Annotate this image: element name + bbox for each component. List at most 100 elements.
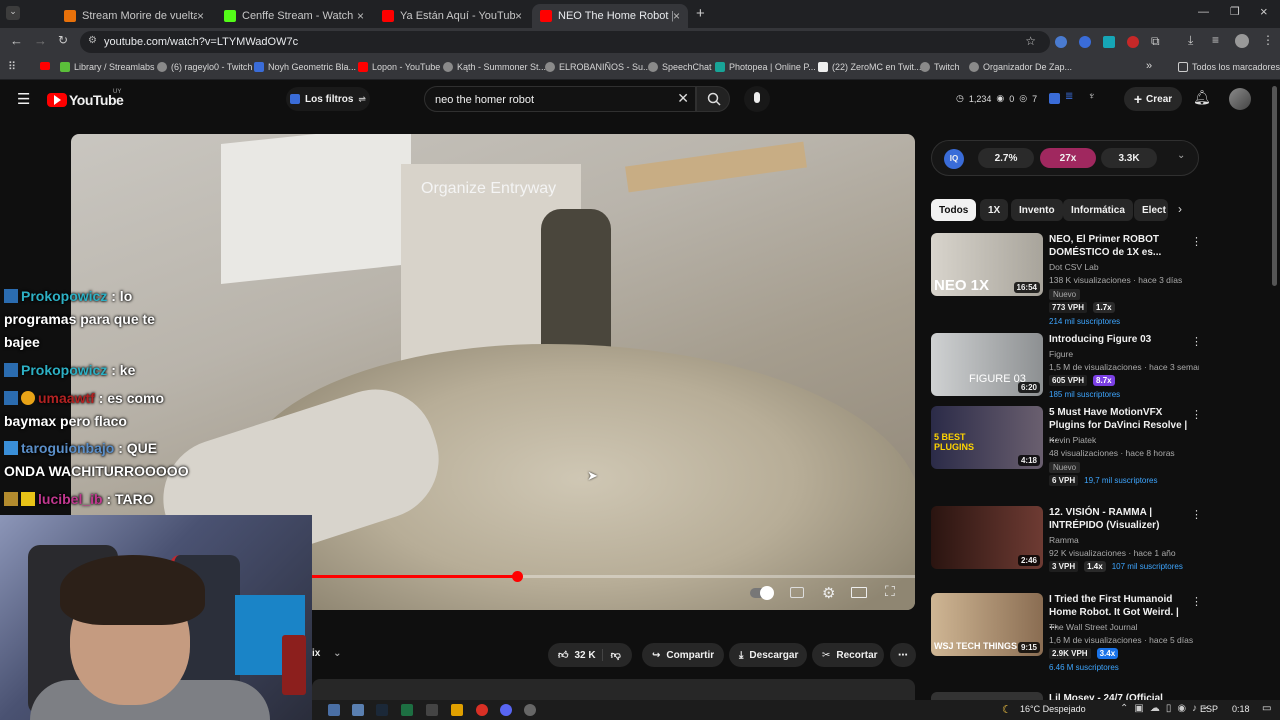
recommendation-item[interactable]: 5 BEST PLUGINS 4:18 5 Must Have MotionVF… [931, 406, 1202, 496]
all-bookmarks-folder[interactable]: Todos los marcadores [1178, 62, 1280, 72]
more-options-icon[interactable]: ⋮ [1191, 235, 1202, 248]
fullscreen-icon[interactable]: ⛶ [885, 583, 895, 600]
taskbar-excel-icon[interactable] [401, 704, 413, 716]
search-input[interactable]: neo the homer robot ✕ [424, 86, 696, 112]
tab-close-icon[interactable]: × [673, 9, 680, 23]
language-indicator[interactable]: ESP [1200, 704, 1218, 714]
browser-tab[interactable]: Stream Morire de vuelta - Cenfe × [56, 4, 212, 28]
taskbar-app-icon[interactable] [524, 704, 536, 716]
more-options-icon[interactable]: ⋮ [1191, 595, 1202, 608]
minimize-icon[interactable]: — [1198, 6, 1209, 18]
extension-icon[interactable] [1127, 36, 1139, 48]
bookmark-item[interactable]: Noyh Geometric Bla... [254, 62, 356, 72]
bookmark-item[interactable]: Kąth - Summoner St... [443, 62, 546, 72]
search-button[interactable] [696, 86, 730, 112]
site-info-icon[interactable]: ⚙ [88, 35, 97, 46]
clock-time[interactable]: 0:18 [1232, 704, 1250, 714]
bookmark-youtube-icon[interactable] [40, 62, 50, 70]
extension-icon[interactable] [1079, 36, 1091, 48]
settings-gear-icon[interactable]: ⚙ [822, 584, 835, 602]
chip-elect[interactable]: Elect [1134, 199, 1168, 221]
tab-close-icon[interactable]: × [515, 9, 522, 23]
taskbar-chrome-icon[interactable] [476, 704, 488, 716]
channel-name[interactable]: Figure [1049, 349, 1073, 359]
channel-name[interactable]: Kevin Piatek [1049, 435, 1096, 445]
taskbar-app-icon[interactable] [328, 704, 340, 716]
video-thumbnail[interactable] [931, 692, 1043, 700]
weather-text[interactable]: 16°C Despejado [1020, 704, 1086, 714]
video-thumbnail[interactable]: WSJ TECH THINGS 9:15 [931, 593, 1043, 656]
taskbar-app-icon[interactable] [352, 704, 364, 716]
video-title[interactable]: Lil Mosey - 24/7 (Official Music... [1049, 692, 1189, 700]
extension-icon[interactable] [1103, 36, 1115, 48]
notifications-icon[interactable]: ▭ [1262, 703, 1271, 714]
filters-button[interactable]: Los filtros ⇌ [286, 87, 370, 111]
tab-close-icon[interactable]: × [357, 9, 364, 23]
description-box[interactable] [312, 679, 915, 700]
bookmark-item[interactable]: (6) rageylo0 - Twitch [157, 62, 252, 72]
subtitles-icon[interactable] [790, 587, 804, 598]
new-tab-button[interactable]: + [696, 5, 705, 22]
chip-1x[interactable]: 1X [980, 199, 1009, 221]
browser-tab[interactable]: Ya Están Aquí - YouTube × [374, 4, 530, 28]
channel-name[interactable]: The Wall Street Journal [1049, 622, 1138, 632]
taskbar-steam-icon[interactable] [376, 704, 388, 716]
recommendation-item[interactable]: NEO 1X 16:54 NEO, El Primer ROBOT DOMÉST… [931, 233, 1202, 326]
list-icon[interactable]: ≣ [1065, 91, 1073, 102]
bookmark-star-icon[interactable]: ☆ [1025, 34, 1036, 48]
bookmark-item[interactable]: Photopea | Online P... [715, 62, 816, 72]
bookmark-item[interactable]: Lopon - YouTube [358, 62, 440, 72]
chip-todos[interactable]: Todos [931, 199, 977, 221]
video-thumbnail[interactable]: NEO 1X 16:54 [931, 233, 1043, 296]
clip-button[interactable]: ✂ Recortar [812, 643, 884, 667]
channel-name[interactable]: Dot CSV Lab [1049, 262, 1099, 272]
bookmark-item[interactable]: ELROBANIÑOS - Su... [545, 62, 651, 72]
youtube-logo[interactable]: YouTube UY [47, 89, 127, 110]
chip-informatica[interactable]: Informática [1063, 199, 1133, 221]
bookmark-item[interactable]: Organizador De Zap... [969, 62, 1072, 72]
forward-icon[interactable]: → [34, 33, 47, 48]
recommendation-item[interactable]: WSJ TECH THINGS 9:15 I Tried the First H… [931, 593, 1202, 685]
apps-icon[interactable]: ⠿ [8, 60, 16, 73]
more-actions-button[interactable]: ⋯ [890, 643, 916, 667]
dislike-button[interactable]: 👎︎ [601, 649, 621, 661]
bookmark-item[interactable]: Twitch [920, 62, 960, 72]
taskbar-app-icon[interactable] [451, 704, 463, 716]
bulb-icon[interactable]: ♆ [1088, 91, 1096, 102]
video-title[interactable]: NEO, El Primer ROBOT DOMÉSTICO de 1X es.… [1049, 233, 1189, 259]
page-scrollbar[interactable] [1272, 86, 1277, 286]
bookmark-item[interactable]: (22) ZeroMC en Twit... [818, 62, 921, 72]
account-avatar[interactable] [1229, 88, 1251, 110]
theater-mode-icon[interactable] [851, 587, 867, 598]
maximize-icon[interactable]: ❐ [1230, 5, 1240, 18]
create-button[interactable]: + Crear [1124, 87, 1182, 111]
clear-search-icon[interactable]: ✕ [677, 90, 689, 107]
video-progress-bar[interactable] [312, 571, 915, 582]
more-options-icon[interactable]: ⋮ [1191, 335, 1202, 348]
profile-avatar[interactable] [1235, 34, 1249, 48]
recommendation-item[interactable]: FIGURE 03 6:20 Introducing Figure 03 Fig… [931, 333, 1202, 403]
more-options-icon[interactable]: ⋮ [1191, 408, 1202, 421]
channel-name[interactable]: Ramma [1049, 535, 1079, 545]
chips-next-icon[interactable]: › [1178, 202, 1182, 216]
chip-invento[interactable]: Invento [1011, 199, 1063, 221]
address-bar[interactable]: ⚙ youtube.com/watch?v=LTYMWadOW7c ☆ [80, 31, 1050, 53]
download-icon[interactable]: ⤓ [1188, 33, 1193, 48]
chrome-menu-icon[interactable]: ⋮ [1262, 33, 1274, 47]
media-icon[interactable]: ≡ [1212, 33, 1219, 47]
progress-scrubber[interactable] [512, 571, 524, 582]
autoplay-toggle[interactable] [750, 586, 774, 600]
extension-icon[interactable] [1055, 36, 1067, 48]
iq-logo[interactable]: IQ [944, 149, 964, 169]
voice-search-button[interactable] [744, 86, 770, 112]
video-title[interactable]: 12. VISIÓN - RAMMA | INTRÉPIDO (Visualiz… [1049, 506, 1189, 532]
video-thumbnail[interactable]: FIGURE 03 6:20 [931, 333, 1043, 396]
video-thumbnail[interactable]: 5 BEST PLUGINS 4:18 [931, 406, 1043, 469]
bookmark-item[interactable]: Library / Streamlabs [60, 62, 155, 72]
taskbar-discord-icon[interactable] [500, 704, 512, 716]
more-options-icon[interactable]: ⋮ [1191, 508, 1202, 521]
back-icon[interactable]: ← [10, 33, 23, 48]
hamburger-menu-icon[interactable]: ☰ [17, 90, 30, 108]
recommendation-item[interactable]: Lil Mosey - 24/7 (Official Music... [931, 692, 1199, 700]
browser-tab-active[interactable]: NEO The Home Robot | Or × [532, 4, 688, 28]
